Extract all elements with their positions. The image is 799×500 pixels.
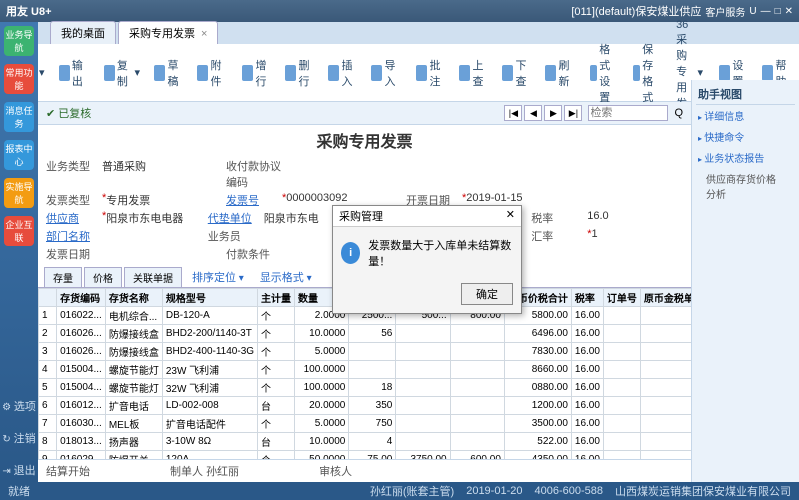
left-nav: 业务导航 常用功能 消息任务 报表中心 实施导航 企业互联 ⚙ 选项 ↻ 注销 … bbox=[0, 22, 38, 482]
export-button[interactable]: 输出 bbox=[55, 55, 92, 91]
customer-service-link[interactable]: 客户服务 bbox=[705, 4, 745, 19]
dept-link[interactable]: 部门名称 bbox=[46, 228, 102, 244]
tab-price[interactable]: 价格 bbox=[84, 267, 122, 287]
nav-first-button[interactable]: |◀ bbox=[504, 105, 522, 121]
status-date: 2019-01-20 bbox=[466, 485, 522, 497]
doc-title: 采购专用发票 bbox=[38, 125, 691, 155]
nav-logout[interactable]: ↻ 注销 bbox=[2, 426, 35, 450]
dialog-close-icon[interactable]: ✕ bbox=[506, 208, 515, 224]
col-header[interactable] bbox=[39, 289, 57, 307]
agent-link[interactable]: 代垫单位 bbox=[208, 210, 264, 226]
saveformat-button[interactable]: 保存格式 bbox=[629, 39, 666, 107]
rp-sub[interactable]: 供应商存货价格分析 bbox=[696, 168, 795, 204]
nav-next-button[interactable]: ▶ bbox=[544, 105, 562, 121]
addrow-button[interactable]: 增行 bbox=[238, 55, 275, 91]
nav-msg[interactable]: 消息任务 bbox=[4, 102, 34, 132]
status-bar: 就绪 孙红丽(账套主管) 2019-01-20 4006-600-588 山西煤… bbox=[0, 482, 799, 500]
table-row[interactable]: 6016012...扩音电话LD-002-008台20.00003501200.… bbox=[39, 397, 692, 415]
tab-related[interactable]: 关联单据 bbox=[124, 267, 182, 287]
rp-shortcut[interactable]: 快捷命令 bbox=[696, 126, 795, 147]
biztype-value: 普通采购 bbox=[102, 158, 146, 190]
draft-button[interactable]: 草稿 bbox=[150, 55, 187, 91]
delrow-button[interactable]: 删行 bbox=[281, 55, 318, 91]
opt-sort[interactable]: 排序定位 ▾ bbox=[184, 267, 252, 287]
status-phone: 4006-600-588 bbox=[534, 485, 603, 497]
attach-button[interactable]: 附件 bbox=[193, 55, 230, 91]
status-ready: 就绪 bbox=[8, 483, 30, 499]
insert-button[interactable]: 插入 bbox=[324, 55, 361, 91]
app-logo: 用友 U8+ bbox=[6, 3, 52, 19]
tab-stock[interactable]: 存量 bbox=[44, 267, 82, 287]
status-user: 孙红丽(账套主管) bbox=[370, 483, 454, 499]
traceup-button[interactable]: 上查 bbox=[455, 55, 492, 91]
table-row[interactable]: 9016029...防爆开关...120A个50.000075.003750.0… bbox=[39, 451, 692, 460]
opt-display[interactable]: 显示格式 ▾ bbox=[252, 267, 320, 287]
nav-prev-button[interactable]: ◀ bbox=[524, 105, 542, 121]
nav-impl[interactable]: 实施导航 bbox=[4, 178, 34, 208]
minimize-button[interactable]: — bbox=[761, 6, 771, 17]
nav-biz[interactable]: 业务导航 bbox=[4, 26, 34, 56]
col-header[interactable]: 存货编码 bbox=[57, 289, 106, 307]
info-icon: i bbox=[341, 242, 360, 264]
table-row[interactable]: 5015004...螺旋节能灯32W 飞利浦个100.0000180880.00… bbox=[39, 379, 692, 397]
col-header[interactable]: 存货名称 bbox=[105, 289, 162, 307]
tab-desktop[interactable]: 我的桌面 bbox=[50, 21, 116, 44]
tab-invoice[interactable]: 采购专用发票× bbox=[118, 21, 218, 44]
import-button[interactable]: 导入 bbox=[367, 55, 404, 91]
tracedown-button[interactable]: 下查 bbox=[498, 55, 535, 91]
record-nav: |◀ ◀ ▶ ▶| bbox=[504, 105, 582, 121]
doc-toolbar: ✔ 已复核 |◀ ◀ ▶ ▶| Q bbox=[38, 102, 691, 125]
col-header[interactable]: 主计量 bbox=[258, 289, 295, 307]
search-icon[interactable]: Q bbox=[674, 107, 683, 119]
nav-report[interactable]: 报表中心 bbox=[4, 140, 34, 170]
note-button[interactable]: 批注 bbox=[412, 55, 449, 91]
col-header[interactable]: 税率 bbox=[571, 289, 603, 307]
dialog-message: 发票数量大于入库单未结算数量！ bbox=[368, 237, 513, 269]
tab-close-icon[interactable]: × bbox=[201, 28, 207, 40]
doc-footer: 结算开始 制单人 孙红丽 审核人 bbox=[38, 459, 691, 482]
status-company: 山西煤炭运销集团保安煤业有限公司 bbox=[615, 483, 791, 499]
message-dialog: 采购管理 ✕ i 发票数量大于入库单未结算数量！ 确定 bbox=[332, 205, 522, 314]
table-row[interactable]: 3016026...防爆接线盒BHD2-400-1140-3G个5.000078… bbox=[39, 343, 692, 361]
status-approved: ✔ 已复核 bbox=[46, 105, 91, 121]
nav-last-button[interactable]: ▶| bbox=[564, 105, 582, 121]
user-menu[interactable]: U bbox=[749, 6, 756, 17]
supplier-link[interactable]: 供应商 bbox=[46, 210, 102, 226]
maximize-button[interactable]: □ bbox=[775, 6, 781, 17]
col-header[interactable]: 订单号 bbox=[603, 289, 640, 307]
assistant-panel: 助手视图 详细信息 快捷命令 业务状态报告 供应商存货价格分析 bbox=[691, 80, 799, 482]
nav-exit[interactable]: ⇥ 退出 bbox=[2, 458, 35, 482]
close-button[interactable]: ✕ bbox=[785, 6, 793, 17]
rp-status[interactable]: 业务状态报告 bbox=[696, 147, 795, 168]
table-row[interactable]: 8018013...扬声器3-10W 8Ω台10.00004522.0016.0… bbox=[39, 433, 692, 451]
dialog-ok-button[interactable]: 确定 bbox=[461, 283, 513, 305]
col-header[interactable]: 规格型号 bbox=[162, 289, 257, 307]
table-row[interactable]: 2016026...防爆接线盒BHD2-200/1140-3T个10.00005… bbox=[39, 325, 692, 343]
nav-ent[interactable]: 企业互联 bbox=[4, 216, 34, 246]
dialog-title: 采购管理 bbox=[339, 208, 383, 224]
table-row[interactable]: 4015004...螺旋节能灯23W 飞利浦个100.00008660.0016… bbox=[39, 361, 692, 379]
copy-button[interactable]: 复制▾ bbox=[100, 55, 145, 91]
invno-link[interactable]: 发票号 bbox=[226, 192, 282, 208]
col-header[interactable]: 原币金税单价 bbox=[640, 289, 691, 307]
nav-options[interactable]: ⚙ 选项 bbox=[2, 394, 36, 418]
ribbon: 打印▾ 输出 复制▾ 草稿 附件 增行 删行 插入 导入 批注 上查 下查 刷新… bbox=[0, 44, 799, 102]
nav-common[interactable]: 常用功能 bbox=[4, 64, 34, 94]
search-input[interactable] bbox=[588, 105, 668, 121]
table-row[interactable]: 7016030...MEL板扩音电话配件个5.00007503500.0016.… bbox=[39, 415, 692, 433]
refresh-button[interactable]: 刷新 bbox=[541, 55, 578, 91]
formatset-button[interactable]: 格式设置 bbox=[586, 39, 623, 107]
rp-detail[interactable]: 详细信息 bbox=[696, 105, 795, 126]
assistant-title: 助手视图 bbox=[696, 84, 795, 105]
